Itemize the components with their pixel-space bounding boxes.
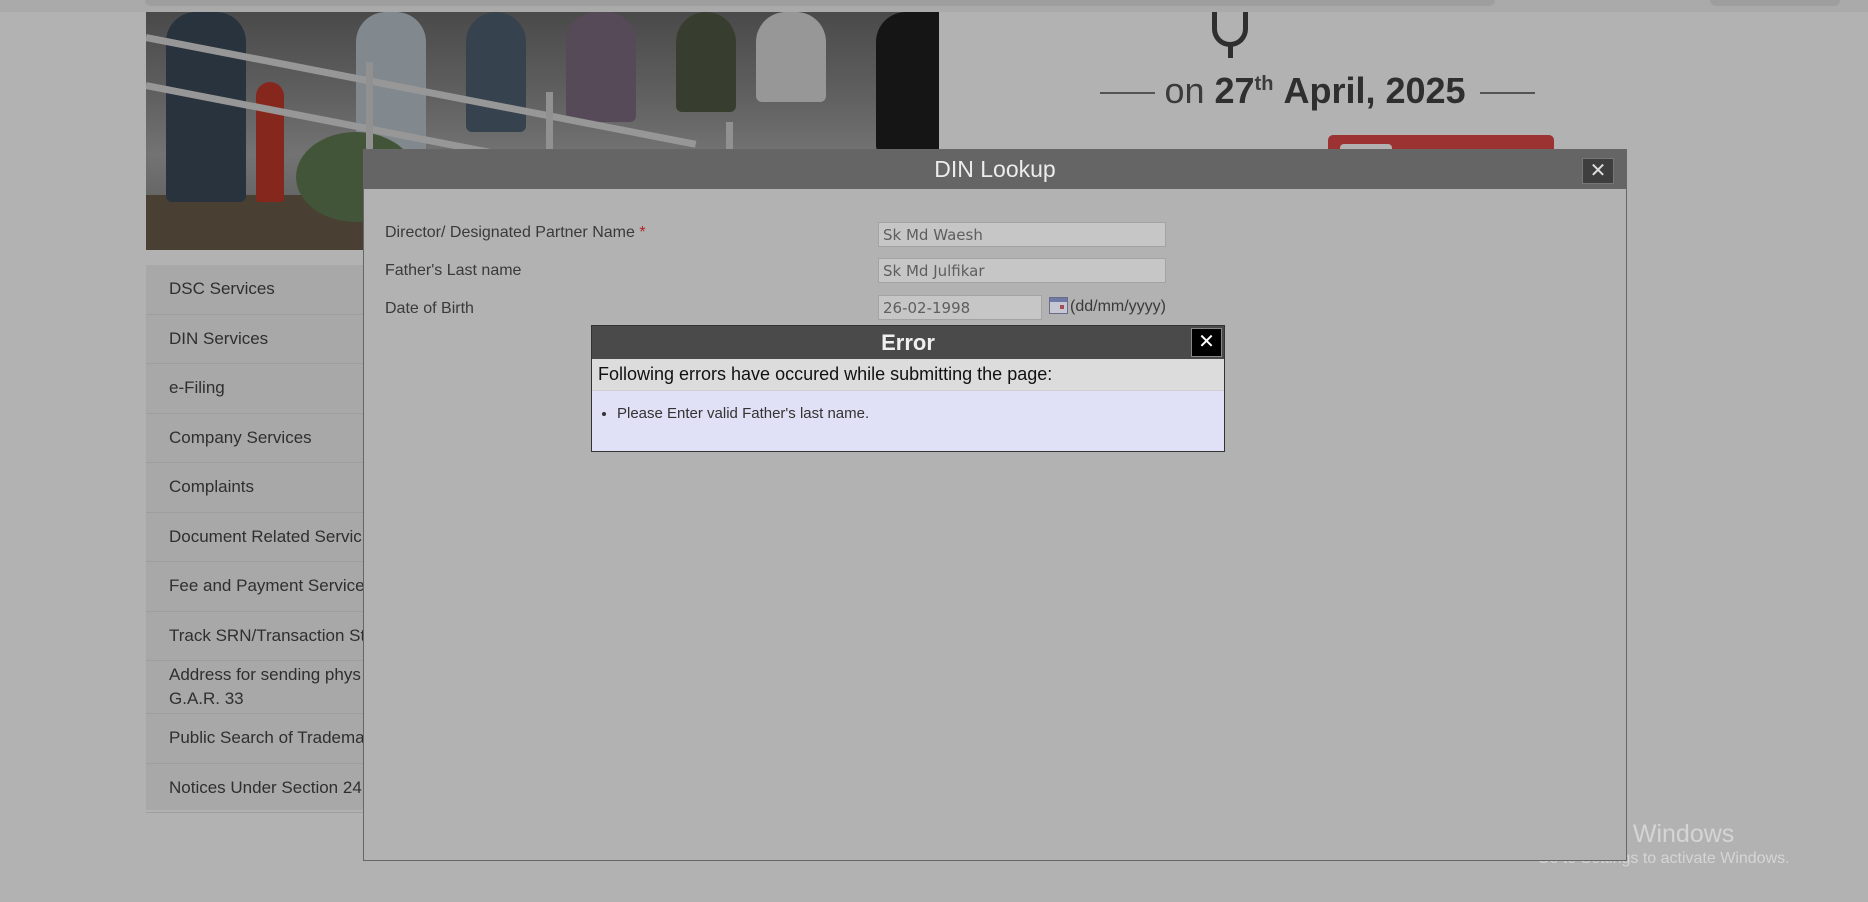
din-lookup-title: DIN Lookup bbox=[934, 156, 1056, 182]
required-asterisk: * bbox=[639, 224, 646, 241]
calendar-icon[interactable] bbox=[1049, 297, 1068, 314]
date-format-hint: (dd/mm/yyyy) bbox=[1070, 298, 1166, 315]
error-list: Please Enter valid Father's last name. bbox=[592, 391, 1224, 422]
director-name-label: Director/ Designated Partner Name * bbox=[385, 224, 646, 241]
director-name-input[interactable] bbox=[878, 222, 1166, 247]
din-lookup-header: DIN Lookup ✕ bbox=[364, 150, 1626, 189]
error-dialog-close-button[interactable]: ✕ bbox=[1191, 328, 1222, 357]
error-dialog-title: Error bbox=[881, 330, 935, 355]
date-of-birth-label: Date of Birth bbox=[385, 300, 474, 317]
din-lookup-close-button[interactable]: ✕ bbox=[1582, 158, 1614, 184]
din-lookup-dialog: DIN Lookup ✕ Director/ Designated Partne… bbox=[363, 149, 1627, 861]
father-last-name-label: Father's Last name bbox=[385, 262, 522, 279]
error-dialog-subtitle: Following errors have occured while subm… bbox=[592, 359, 1224, 391]
error-dialog-header: Error ✕ bbox=[592, 326, 1224, 359]
date-of-birth-input[interactable] bbox=[878, 295, 1042, 320]
close-icon: ✕ bbox=[1589, 160, 1607, 182]
father-last-name-input[interactable] bbox=[878, 258, 1166, 283]
error-dialog: Error ✕ Following errors have occured wh… bbox=[591, 325, 1225, 452]
close-icon: ✕ bbox=[1198, 331, 1215, 353]
error-message: Please Enter valid Father's last name. bbox=[617, 405, 1224, 422]
